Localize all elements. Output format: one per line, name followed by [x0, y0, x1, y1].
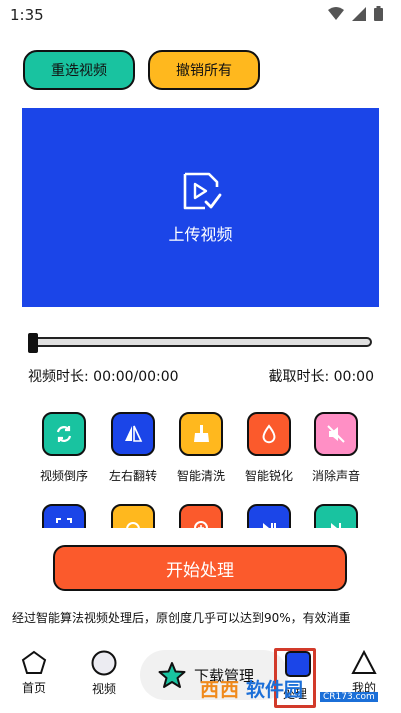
tool-next[interactable]	[314, 504, 358, 528]
watermark-url: CR173.com	[320, 692, 378, 702]
filter-icon	[126, 522, 140, 528]
wifi-icon	[328, 6, 344, 20]
tool-icon-box[interactable]	[42, 412, 86, 456]
tool-icon-box[interactable]	[314, 412, 358, 456]
crop-icon	[56, 518, 72, 523]
nav-home-label: 首页	[21, 681, 46, 695]
tool-icon-box[interactable]	[247, 412, 291, 456]
nav-video-label: 视频	[91, 682, 116, 696]
description-text: 经过智能算法视频处理后，原创度几乎可以达到90%，有效消重	[12, 611, 351, 625]
tool-flip[interactable]: 左右翻转	[98, 412, 168, 484]
tool-label: 消除声音	[311, 469, 360, 483]
status-bar: 1:35	[0, 0, 401, 30]
upload-video-icon	[183, 172, 221, 209]
reverse-icon	[56, 426, 72, 442]
watermark-text-1: 西西	[200, 678, 241, 701]
tool-crop[interactable]	[42, 504, 86, 528]
video-duration-text: 视频时长: 00:00/00:00	[28, 369, 179, 385]
flip-icon	[125, 425, 143, 442]
timeline-slider[interactable]	[28, 333, 374, 353]
tool-icon-box[interactable]	[179, 412, 223, 456]
upload-video-area[interactable]: 上传视频	[22, 108, 379, 307]
start-processing-button[interactable]: 开始处理	[53, 545, 347, 591]
tool-label: 视频倒序	[39, 469, 88, 483]
drop-icon	[262, 424, 276, 444]
watermark-logo: 西西 软件园 CR173.com	[200, 670, 378, 706]
tool-mute[interactable]: 消除声音	[301, 412, 371, 484]
upload-video-label: 上传视频	[168, 224, 233, 244]
time-info: 视频时长: 00:00/00:00 截取时长: 00:00	[28, 366, 374, 386]
slider-track[interactable]	[30, 337, 372, 347]
tool-grid-row2-partial	[0, 500, 401, 528]
tool-label: 左右翻转	[108, 469, 157, 483]
reselect-video-button[interactable]: 重选视频	[23, 50, 135, 90]
play-pause-icon	[263, 523, 276, 528]
clip-duration-text: 截取时长: 00:00	[268, 369, 374, 385]
skip-icon	[331, 523, 341, 528]
tool-play-pause[interactable]	[247, 504, 291, 528]
tool-filter[interactable]	[111, 504, 155, 528]
status-time: 1:35	[10, 6, 44, 24]
tool-label: 智能清洗	[176, 469, 225, 483]
undo-all-button[interactable]: 撤销所有	[148, 50, 260, 90]
slider-handle[interactable]	[28, 333, 38, 353]
zoom-icon	[194, 521, 208, 528]
star-icon	[158, 662, 186, 688]
tool-video-reverse[interactable]: 视频倒序	[29, 412, 99, 484]
video-circle-icon	[91, 650, 117, 676]
tool-icon-box[interactable]	[111, 412, 155, 456]
watermark-text-2: 软件园	[246, 678, 304, 701]
tool-zoom[interactable]	[179, 504, 223, 528]
nav-video[interactable]: 视频	[84, 650, 124, 697]
mute-icon	[327, 425, 345, 443]
home-pentagon-icon	[21, 650, 47, 674]
signal-icon	[352, 6, 366, 21]
tool-smart-clean[interactable]: 智能清洗	[166, 412, 236, 484]
battery-icon	[374, 6, 383, 21]
tool-smart-sharpen[interactable]: 智能锐化	[234, 412, 304, 484]
status-icons	[328, 6, 383, 21]
brush-icon	[194, 425, 209, 442]
app-screen: 1:35 重选视频 撤销所有 上传视频 视频时长: 00:00/00:00 截取…	[0, 0, 401, 713]
tool-label: 智能锐化	[244, 469, 293, 483]
nav-home[interactable]: 首页	[14, 650, 54, 696]
